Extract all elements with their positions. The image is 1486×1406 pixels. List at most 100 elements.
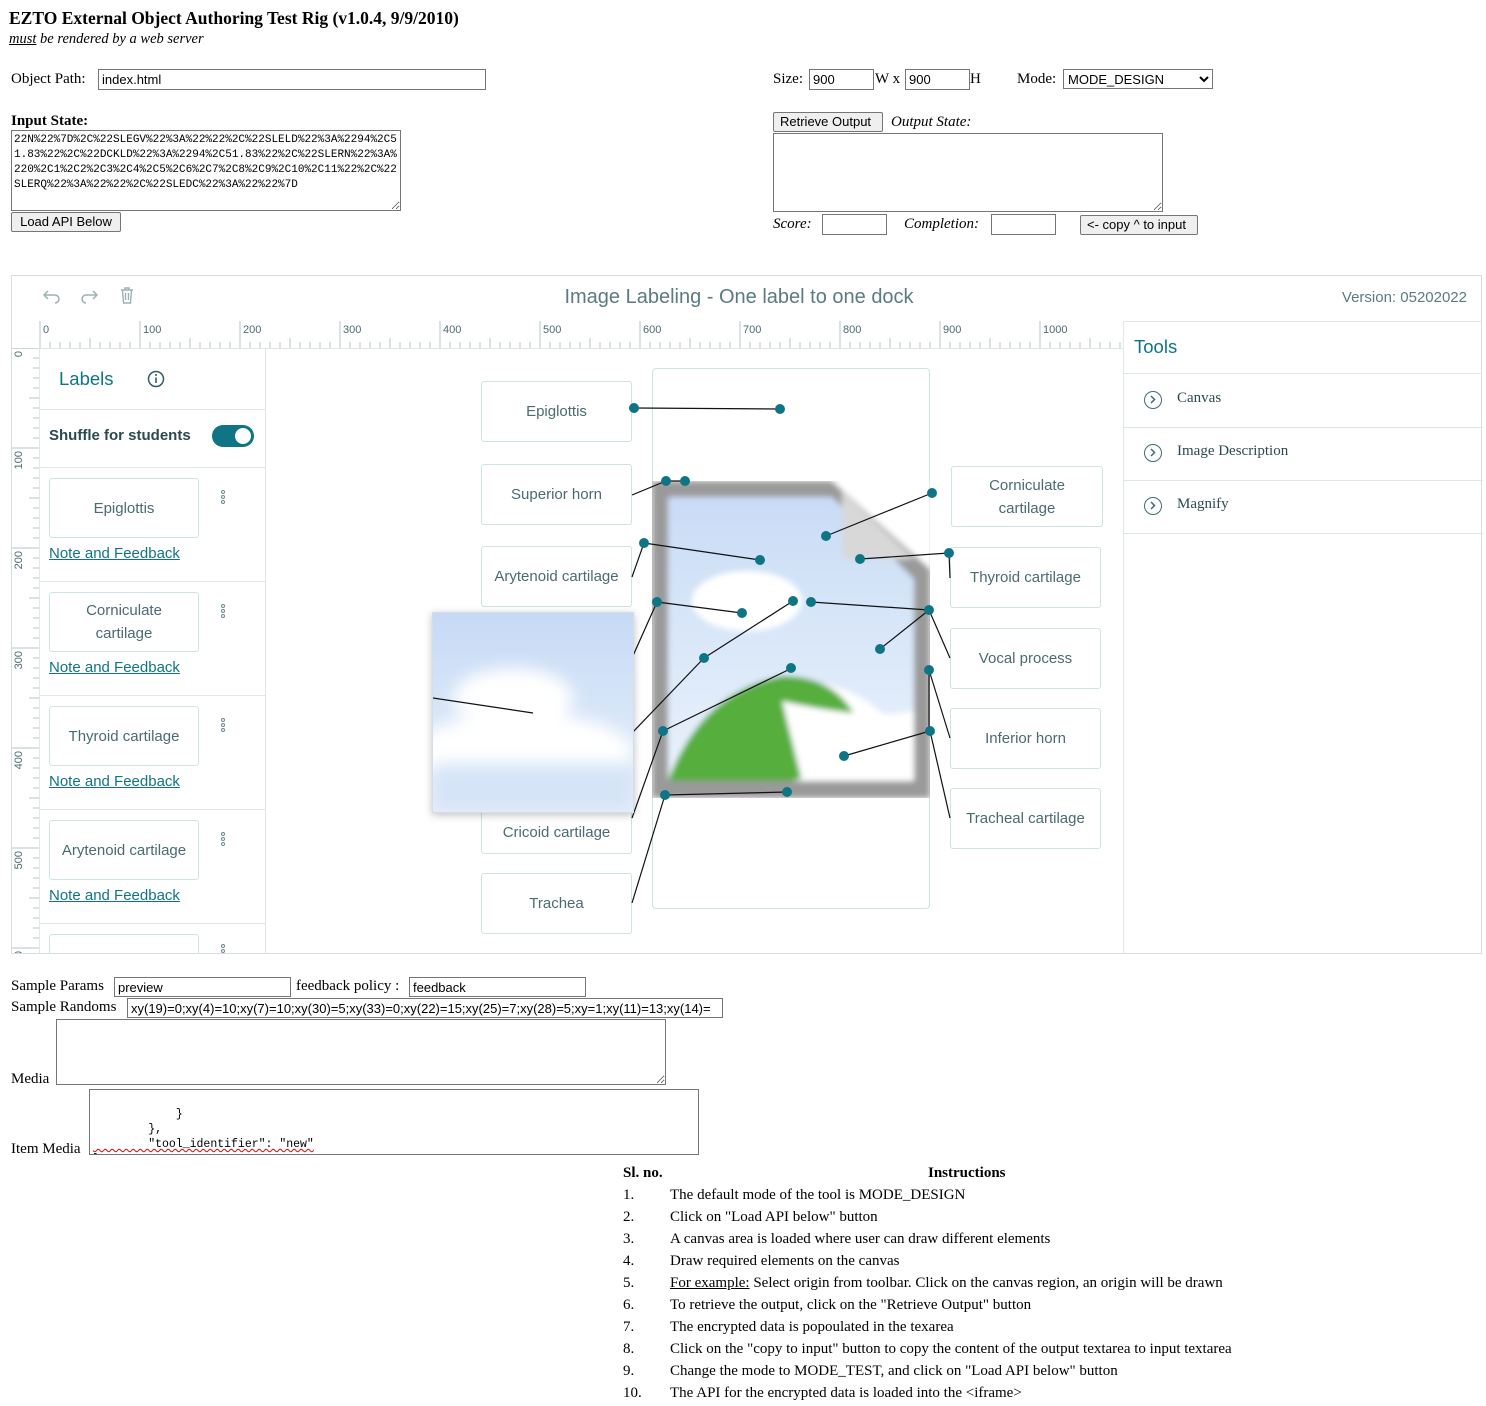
copy-to-input-button[interactable]: <- copy ^ to input	[1080, 215, 1198, 235]
retrieve-output-button[interactable]: Retrieve Output	[773, 112, 883, 132]
load-api-button[interactable]: Load API Below	[11, 212, 121, 232]
ruler-label: 100	[143, 324, 161, 336]
score-label: Score:	[773, 216, 812, 232]
input-state-label: Input State:	[11, 113, 89, 129]
instruction-example: For example:	[670, 1275, 750, 1291]
subtitle-emphasis: must	[9, 31, 37, 47]
label-card-thyroid[interactable]: Thyroid cartilage	[49, 706, 199, 766]
item-media-textarea[interactable]: } }, "tool_identifier": "new" }	[89, 1089, 699, 1155]
tool-canvas[interactable]: Canvas	[1124, 374, 1483, 428]
sample-params-input[interactable]	[114, 977, 291, 997]
toolbar: Image Labeling - One label to one dock V…	[12, 276, 1481, 322]
divider	[40, 809, 265, 810]
ruler-label: 500	[543, 324, 561, 336]
more-options-icon[interactable]	[221, 718, 227, 733]
instruction-text: Change the mode to MODE_TEST, and click …	[670, 1363, 1118, 1379]
instruction-text: To retrieve the output, click on the "Re…	[670, 1297, 1032, 1313]
completion-input[interactable]	[991, 214, 1056, 235]
instructions-col-no: Sl. no.	[623, 1165, 663, 1181]
object-path-input[interactable]	[98, 69, 486, 90]
instruction-text: A canvas area is loaded where user can d…	[670, 1231, 1051, 1247]
media-textarea[interactable]	[56, 1019, 666, 1085]
leader-lines	[629, 403, 954, 904]
tools-panel: Tools Canvas Image Description Magnify	[1123, 321, 1483, 953]
instruction-number: 10.	[623, 1385, 642, 1401]
tool-magnify-label: Magnify	[1177, 496, 1229, 512]
mode-select[interactable]: MODE_DESIGN	[1063, 69, 1213, 89]
shuffle-toggle[interactable]	[212, 425, 254, 447]
ruler-label: 700	[743, 324, 761, 336]
more-options-icon[interactable]	[221, 490, 227, 505]
completion-label: Completion:	[904, 216, 979, 232]
instruction-number: 4.	[623, 1253, 635, 1269]
instruction-text: The API for the encrypted data is loaded…	[670, 1385, 1022, 1401]
mode-label: Mode:	[1017, 71, 1057, 87]
labels-panel: Labels Shuffle for students Epiglottis N…	[40, 348, 266, 953]
score-input[interactable]	[822, 214, 887, 235]
tool-magnify[interactable]: Magnify	[1124, 480, 1483, 534]
sample-randoms-input[interactable]	[127, 998, 723, 1018]
image-labeling-tool: Image Labeling - One label to one dock V…	[11, 275, 1483, 954]
note-feedback-link[interactable]: Note and Feedback	[49, 887, 180, 904]
width-separator: W x	[875, 71, 901, 87]
width-input[interactable]	[809, 69, 874, 90]
note-feedback-link[interactable]: Note and Feedback	[49, 773, 180, 790]
item-media-line: }	[93, 1108, 183, 1121]
divider	[40, 695, 265, 696]
instruction-number: 6.	[623, 1297, 635, 1313]
instruction-text: Click on the "copy to input" button to c…	[670, 1341, 1232, 1357]
label-card-epiglottis[interactable]: Epiglottis	[49, 478, 199, 538]
instruction-text: Draw required elements on the canvas	[670, 1253, 900, 1269]
output-state-textarea[interactable]	[773, 133, 1163, 212]
note-feedback-link[interactable]: Note and Feedback	[49, 545, 180, 562]
ruler-label: 0	[13, 351, 25, 357]
instructions-col-text: Instructions	[928, 1165, 1006, 1181]
ruler-label: 0	[43, 324, 49, 336]
instruction-text: Click on "Load API below" button	[670, 1209, 878, 1225]
chevron-circle-icon	[1144, 444, 1162, 462]
more-options-icon[interactable]	[221, 832, 227, 847]
magnifier-preview	[432, 612, 634, 813]
ruler-label: 300	[13, 651, 25, 669]
label-card-corniculate[interactable]: Corniculate cartilage	[49, 592, 199, 652]
more-options-icon[interactable]	[221, 604, 227, 619]
divider	[40, 467, 265, 468]
ruler-label: 100	[13, 451, 25, 469]
input-state-textarea[interactable]: 22N%22%7D%2C%22SLEGV%22%3A%22%22%2C%22SL…	[11, 130, 401, 211]
note-feedback-link[interactable]: Note and Feedback	[49, 659, 180, 676]
divider	[40, 581, 265, 582]
label-card-partial[interactable]	[49, 934, 199, 953]
output-state-label: Output State:	[891, 114, 972, 130]
ruler-label: 1000	[1043, 324, 1067, 336]
page-title: EZTO External Object Authoring Test Rig …	[9, 8, 459, 28]
chevron-circle-icon	[1144, 497, 1162, 515]
instruction-number: 2.	[623, 1209, 635, 1225]
object-path-label: Object Path:	[11, 71, 86, 87]
label-card-arytenoid[interactable]: Arytenoid cartilage	[49, 820, 199, 880]
ruler-label: 200	[13, 551, 25, 569]
divider	[40, 923, 265, 924]
info-icon[interactable]	[147, 370, 165, 388]
ruler-label: 600	[643, 324, 661, 336]
ruler-label: 600	[13, 951, 25, 953]
horizontal-ruler: 0 100 200 300 400 500 600 700 800 900 1000	[12, 321, 1123, 349]
ruler-label: 800	[843, 324, 861, 336]
item-media-label: Item Media	[11, 1141, 81, 1157]
more-options-icon[interactable]	[221, 944, 227, 953]
height-input[interactable]	[905, 69, 970, 90]
instruction-number: 9.	[623, 1363, 635, 1379]
tool-image-description[interactable]: Image Description	[1124, 427, 1483, 481]
instruction-number: 1.	[623, 1187, 635, 1203]
subtitle-text: be rendered by a web server	[36, 31, 204, 47]
page-subtitle: must be rendered by a web server	[9, 31, 204, 48]
instruction-example-text: Select origin from toolbar. Click on the…	[749, 1275, 1223, 1291]
instruction-number: 7.	[623, 1319, 635, 1335]
labeling-canvas[interactable]: Epiglottis Superior horn Arytenoid carti…	[266, 348, 1123, 953]
instruction-number: 5.	[623, 1275, 635, 1291]
instruction-text: The default mode of the tool is MODE_DES…	[670, 1187, 966, 1203]
ruler-label: 400	[13, 751, 25, 769]
ruler-label: 200	[243, 324, 261, 336]
feedback-policy-input[interactable]	[409, 977, 586, 997]
height-suffix: H	[970, 71, 981, 87]
ruler-label: 400	[443, 324, 461, 336]
